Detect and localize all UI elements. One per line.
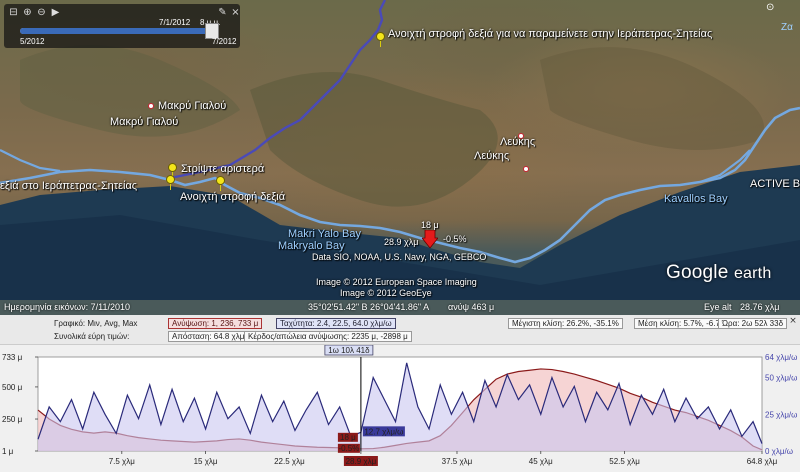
place-label-makry-gialou-2[interactable]: Μακρύ Γιαλού [110,116,178,128]
direction-label-ierapetra-road[interactable]: εξιά στο Ιεράπετρας-Σητείας [0,180,137,192]
place-label-active[interactable]: ACTIVE B [750,178,800,190]
route-pin-icon[interactable] [216,176,225,191]
cursor-slope-label: -0.5% [338,444,359,453]
time-slider[interactable]: ⊟ ⊕ ⊖ ▶ ✎ × 7/1/2012 8 μ.μ. 5/2012 7/201… [4,4,240,48]
compass-icon[interactable]: ⊙ [766,2,778,14]
route-pin-icon[interactable] [166,175,175,190]
close-time-slider-icon[interactable]: × [230,7,241,18]
y2-tick-label: 25 χλμ/ω [765,410,797,419]
imagery-date: Ημερομηνία εικόνων: 7/11/2010 [4,302,131,312]
place-label-makry-gialou[interactable]: Μακρύ Γιαλού [158,100,226,112]
x-tick-label: 7.5 χλμ [109,457,136,466]
x-tick-label: 28.9 χλμ [346,457,377,466]
x-tick-label: 22.5 χλμ [274,457,305,466]
x-tick-label: 37.5 χλμ [442,457,473,466]
time-slider-start-date: 5/2012 [20,37,45,46]
y2-tick-label: 50 χλμ/ω [765,374,797,383]
x-tick-label: 45 χλμ [529,457,553,466]
map-cursor-slope: -0.5% [443,234,467,244]
image-credit-geoeye: Image © 2012 GeoEye [340,288,432,298]
status-bar: Ημερομηνία εικόνων: 7/11/2010 35°02'51.4… [0,298,800,315]
y-tick-label: 250 μ [2,415,23,424]
cursor-elev-label: 18 μ [340,433,356,442]
data-credit: Data SIO, NOAA, U.S. Navy, NGA, GEBCO [312,252,487,262]
y-tick-label: 500 μ [2,383,23,392]
distance-stat: Απόσταση: 64.8 χλμ [168,331,249,342]
avg-slope-stat: Μέση κλίση: 5.7%, -6.7% [634,318,732,329]
y-tick-label: 733 μ [2,353,23,362]
y2-tick-label: 0 χλμ/ω [765,447,793,456]
time-slider-range [20,28,208,34]
settings-small-icon[interactable]: ⊟ [8,7,19,18]
direction-label-turn-right[interactable]: Ανοιχτή στροφή δεξιά [180,191,285,203]
place-label-makryalo-bay[interactable]: Makryalo Bay [278,240,345,252]
place-label-kavallos-bay[interactable]: Kavallos Bay [664,193,728,205]
zoom-out-time-icon[interactable]: ⊖ [36,7,47,18]
zoom-control-label[interactable]: Ζα [781,22,793,33]
time-slider-end-date: 7/2012 [212,37,237,46]
time-stat: Ώρα: 2ω 52λ 33δ [718,318,788,329]
direction-label-turn-left[interactable]: Στρίψτε αριστερά [181,163,264,175]
elevation-profile-panel: Γραφικό: Μιν, Avg, Max Ανύψωση: 1, 236, … [0,315,800,472]
x-tick-label: 15 χλμ [194,457,218,466]
route-pin-icon[interactable] [168,163,177,178]
image-credit-esi: Image © 2012 European Space Imaging [316,277,477,287]
zoom-in-time-icon[interactable]: ⊕ [22,7,33,18]
graph-label: Γραφικό: Μιν, Avg, Max [54,319,138,328]
map-view[interactable]: ⊟ ⊕ ⊖ ▶ ✎ × 7/1/2012 8 μ.μ. 5/2012 7/201… [0,0,800,315]
elevation-stats-button[interactable]: Ανύψωση: 1, 236, 733 μ [168,318,263,329]
place-label-lefkis[interactable]: Λεύκης [500,136,535,148]
cursor-time-label: 1ω 10λ 41δ [328,346,370,355]
map-cursor-distance: 28.9 χλμ [384,237,419,247]
eye-alt-label: Eye alt [704,302,732,312]
y-tick-label: 1 μ [2,447,14,456]
profile-stats-bar: Γραφικό: Μιν, Avg, Max Ανύψωση: 1, 236, … [0,315,800,345]
wrench-icon[interactable]: ✎ [217,7,228,18]
cursor-coordinates: 35°02'51.42" Β 26°04'41.86" Α [308,302,430,312]
place-label-lefkis-2[interactable]: Λεύκης [474,150,509,162]
town-marker-icon[interactable] [523,166,529,172]
ranges-label: Συνολικά εύρη τιμών: [54,332,130,341]
logo-earth: earth [733,265,772,282]
close-profile-icon[interactable]: × [788,316,798,326]
map-cursor-elevation: 18 μ [421,220,439,230]
place-label-makri-yalo-bay[interactable]: Makri Yalo Bay [288,228,361,240]
eye-alt-value: 28.76 χλμ [740,302,780,312]
google-earth-logo: Google earth [666,262,771,284]
elevation-gain-stat: Κέρδος/απώλεια ανύψωσης: 2235 μ, -2898 μ [244,331,412,342]
route-pin-icon[interactable] [376,32,385,47]
town-marker-icon[interactable] [148,103,154,109]
cursor-speed-label: 12.7 χλμ/ω [364,427,403,436]
y2-tick-label: 64 χλμ/ω [765,353,797,362]
cursor-elevation: ανύψ 463 μ [448,302,495,312]
speed-stats-button[interactable]: Ταχύτητα: 2.4, 22.5, 64.0 χλμ/ω [276,318,396,329]
x-tick-label: 52.5 χλμ [609,457,640,466]
time-slider-current-date: 7/1/2012 [159,18,191,27]
position-arrow-icon [422,230,438,248]
max-slope-stat: Μέγιστη κλίση: 26.2%, -35.1% [508,318,623,329]
direction-label-turn-right-ierapetra[interactable]: Ανοιχτή στροφή δεξιά για να παραμείνετε … [388,28,712,40]
elevation-speed-chart[interactable]: 733 μ 500 μ 250 μ 1 μ 64 χλμ/ω 50 χλμ/ω 25 χλμ… [0,345,800,472]
play-icon[interactable]: ▶ [50,7,61,18]
logo-google: Google [666,262,729,283]
x-tick-label: 64.8 χλμ [747,457,778,466]
